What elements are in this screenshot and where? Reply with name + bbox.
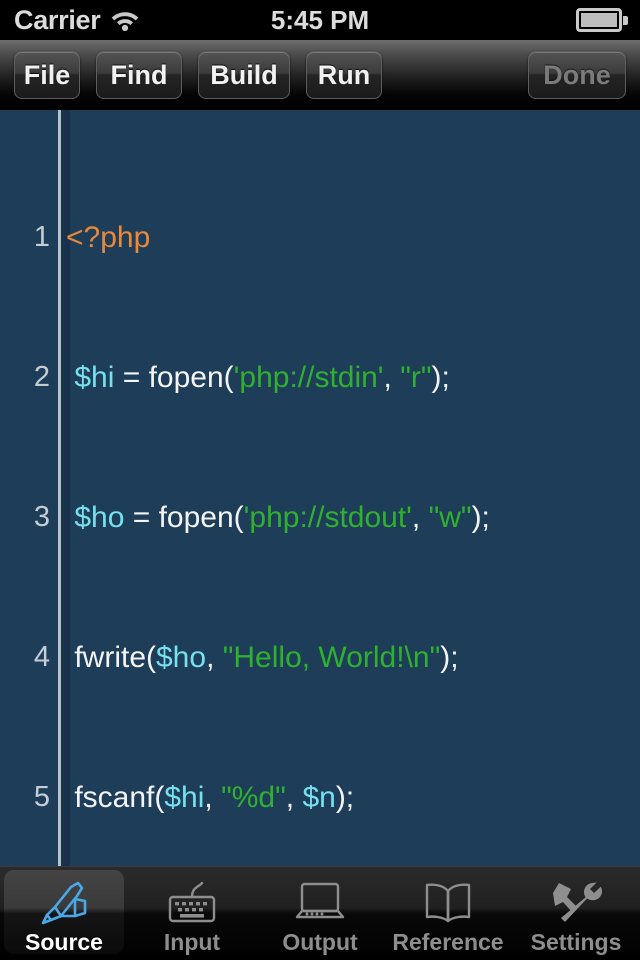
editor-toolbar: File Find Build Run Done xyxy=(0,40,640,110)
status-bar-time: 5:45 PM xyxy=(270,4,370,35)
build-button[interactable]: Build xyxy=(198,51,290,99)
tab-bar: Source Input Output Reference Settings xyxy=(0,866,640,960)
code-line: 4 fwrite($ho, "Hello, World!\n"); xyxy=(0,640,640,675)
run-button[interactable]: Run xyxy=(306,51,382,99)
pen-hand-icon xyxy=(33,875,95,927)
hammer-wrench-icon xyxy=(545,875,607,927)
tab-label: Output xyxy=(282,929,358,955)
line-number: 3 xyxy=(33,501,50,533)
line-text: fscanf($hi, "%d", $n); xyxy=(66,781,355,814)
tab-label: Reference xyxy=(392,929,504,955)
code-line: 2 $hi = fopen('php://stdin', "r"); xyxy=(0,360,640,395)
open-book-icon xyxy=(417,875,479,927)
tab-output[interactable]: Output xyxy=(256,867,384,960)
tab-input[interactable]: Input xyxy=(128,867,256,960)
tab-source[interactable]: Source xyxy=(0,867,128,960)
code-line: 1 <?php xyxy=(0,220,640,255)
status-bar-right xyxy=(576,8,628,32)
line-text: $hi = fopen('php://stdin', "r"); xyxy=(74,361,450,394)
tab-reference[interactable]: Reference xyxy=(384,867,512,960)
code-line: 5 fscanf($hi, "%d", $n); xyxy=(0,780,640,815)
line-text: fwrite($ho, "Hello, World!\n"); xyxy=(66,641,459,674)
laptop-icon xyxy=(289,875,351,927)
tab-label: Settings xyxy=(530,929,622,955)
tab-settings[interactable]: Settings xyxy=(512,867,640,960)
tab-label: Input xyxy=(163,929,221,955)
status-bar: Carrier 5:45 PM xyxy=(0,0,640,40)
code-content[interactable]: 1 <?php 2 $hi = fopen('php://stdin', "r"… xyxy=(0,110,640,866)
code-line: 3 $ho = fopen('php://stdout', "w"); xyxy=(0,500,640,535)
battery-full-icon xyxy=(576,8,628,32)
line-number: 1 xyxy=(33,221,50,253)
tab-label: Source xyxy=(25,929,103,955)
app-root: Carrier 5:45 PM File Find Build Run Done xyxy=(0,0,640,960)
line-number: 2 xyxy=(33,361,50,393)
line-number: 5 xyxy=(33,781,50,813)
code-editor[interactable]: 1 <?php 2 $hi = fopen('php://stdin', "r"… xyxy=(0,110,640,866)
file-button[interactable]: File xyxy=(14,51,80,99)
line-text: $ho = fopen('php://stdout', "w"); xyxy=(74,501,490,534)
done-button[interactable]: Done xyxy=(528,51,626,99)
keyboard-icon xyxy=(161,875,223,927)
line-number: 4 xyxy=(33,641,50,673)
find-button[interactable]: Find xyxy=(96,51,182,99)
line-text: <?php xyxy=(66,221,151,254)
